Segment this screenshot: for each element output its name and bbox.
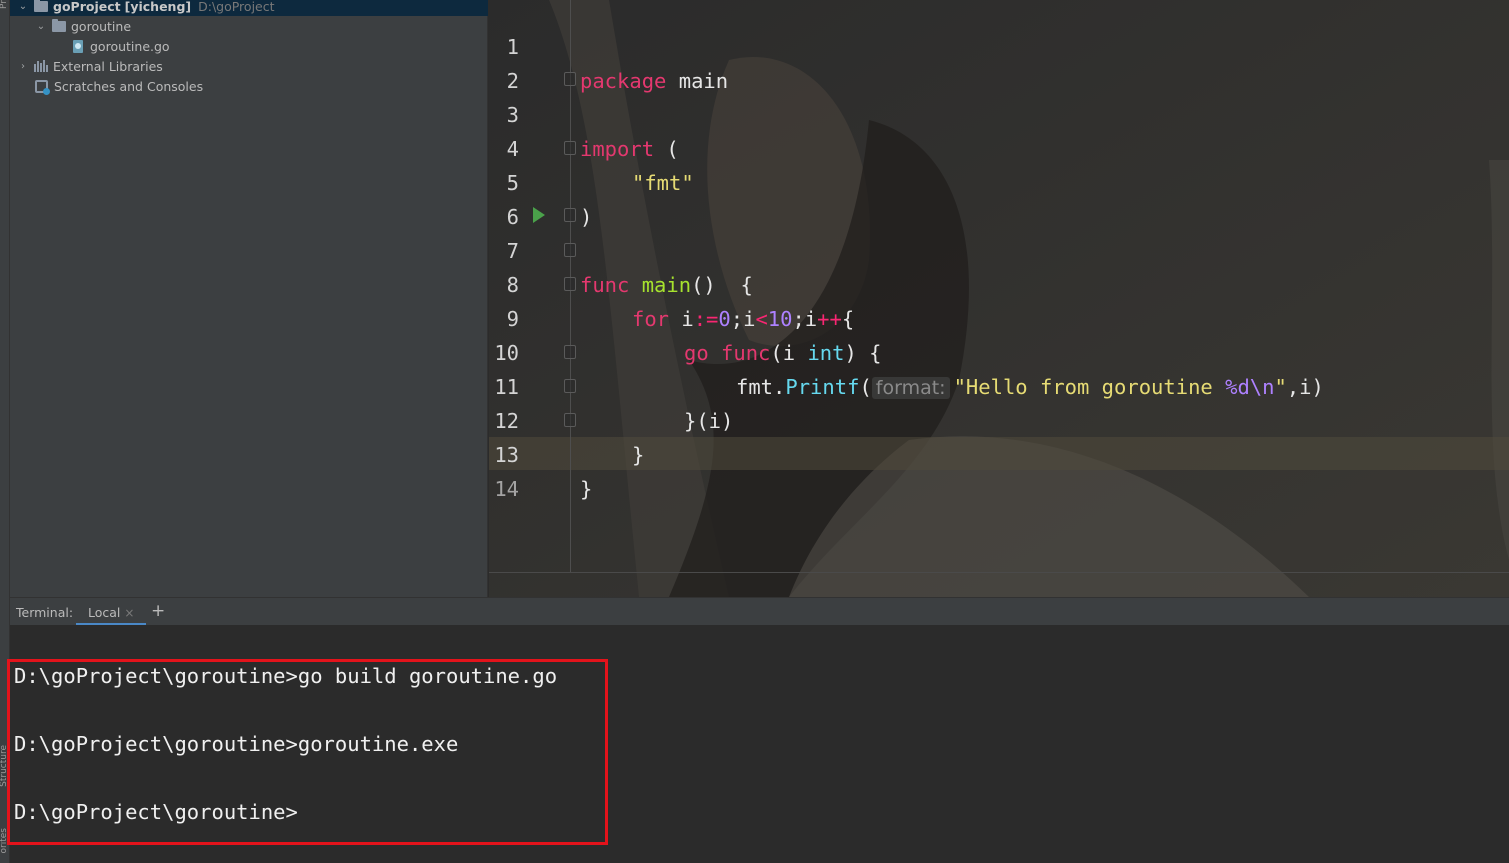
code-line: 2: [489, 30, 1509, 93]
code-line: 10 fmt.Printf(format: "Hello from gorouti…: [489, 302, 1509, 399]
tab-label: Local: [88, 605, 121, 620]
go-file-icon: [73, 39, 83, 53]
code-line-current: 14: [489, 438, 1509, 501]
folder-label: goroutine: [71, 18, 132, 34]
code-line: 7 func main() {: [489, 200, 1509, 297]
scratches-icon: [35, 79, 50, 95]
project-panel: ⌄ goProject [yicheng] D:\goProject ⌄ gor…: [10, 0, 488, 597]
external-libraries-label: External Libraries: [53, 58, 163, 74]
project-name: goProject: [53, 0, 121, 14]
code-line: 5 ): [489, 132, 1509, 229]
annotation-highlight-box: [7, 659, 608, 845]
file-label: goroutine.go: [90, 38, 170, 54]
folder-icon: [34, 0, 48, 12]
code-line: 9 go func(i int) {: [489, 268, 1509, 365]
tab-local[interactable]: Local ×: [76, 598, 147, 626]
chevron-right-icon[interactable]: ›: [16, 59, 30, 73]
editor-bottom-divider: [489, 572, 1509, 573]
line-number: 14: [494, 477, 519, 501]
tree-root-project[interactable]: ⌄ goProject [yicheng] D:\goProject: [10, 0, 488, 16]
project-tool-tab[interactable]: Pr: [0, 0, 9, 9]
tree-external-libraries[interactable]: › External Libraries: [16, 56, 163, 76]
code-line: 12 }: [489, 370, 1509, 467]
scratches-label: Scratches and Consoles: [54, 78, 204, 94]
tree-folder-goroutine[interactable]: ⌄ goroutine: [34, 16, 131, 36]
project-path: D:\goProject: [198, 0, 275, 14]
folder-icon: [52, 18, 66, 32]
code-line: 4 "fmt": [489, 98, 1509, 195]
chevron-down-icon[interactable]: ⌄: [34, 19, 48, 33]
library-icon: [34, 60, 48, 72]
code-text: }: [580, 477, 593, 501]
code-line: 6: [489, 166, 1509, 229]
code-line: 1 package main: [489, 0, 1509, 93]
code-line: 8 for i:=0;i<10;i++{: [489, 234, 1509, 331]
module-name: [yicheng]: [124, 0, 192, 14]
code-editor[interactable]: 1 package main 2 3 import ( 4 "fmt" 5 ) …: [489, 0, 1509, 597]
code-line: 13 }: [489, 404, 1509, 501]
tree-scratches[interactable]: Scratches and Consoles: [35, 76, 203, 96]
tree-file-goroutine-go[interactable]: goroutine.go: [73, 36, 170, 56]
chevron-down-icon[interactable]: ⌄: [16, 0, 30, 13]
terminal-toolbar: Terminal: Local × +: [10, 597, 1509, 626]
add-tab-button[interactable]: +: [151, 601, 165, 621]
code-line: 3 import (: [489, 64, 1509, 161]
code-line: 11 }(i): [489, 336, 1509, 433]
close-icon[interactable]: ×: [124, 606, 134, 620]
terminal-title: Terminal:: [16, 605, 74, 620]
